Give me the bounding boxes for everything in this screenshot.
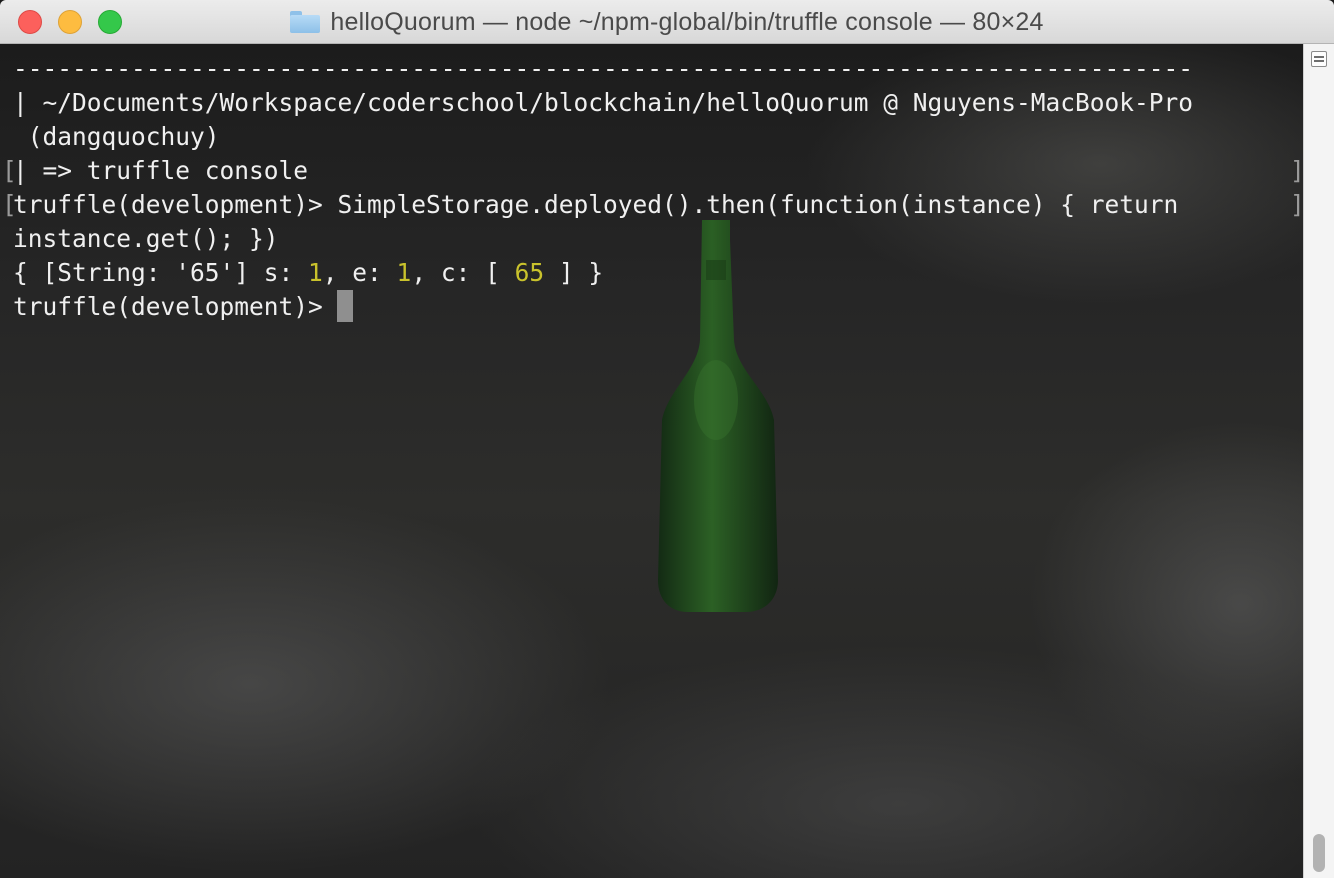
active-prompt-line[interactable]: truffle(development)> [0, 290, 1303, 324]
prompt-call-line: [truffle(development)> SimpleStorage.dep… [0, 188, 1303, 222]
scrollbar-toggle-icon[interactable] [1311, 51, 1327, 67]
command-text: | => truffle console [13, 156, 309, 185]
mark-bracket-right: ] [1290, 154, 1303, 188]
mark-bracket-left: [ [2, 156, 17, 185]
scroll-thumb[interactable] [1313, 834, 1325, 872]
window-title: helloQuorum — node ~/npm-global/bin/truf… [330, 7, 1044, 36]
result-line: { [String: '65'] s: 1, e: 1, c: [ 65 ] } [0, 256, 1303, 290]
user-line: (dangquochuy) [13, 122, 220, 151]
result-mid1: , e: [322, 258, 397, 287]
result-mid2: , c: [ [411, 258, 515, 287]
prompt-text: truffle(development)> [13, 292, 323, 321]
separator-line: ----------------------------------------… [13, 54, 1194, 83]
result-e-value: 1 [396, 258, 412, 287]
prompt-call-text: truffle(development)> SimpleStorage.depl… [13, 190, 1179, 219]
terminal-content[interactable]: ----------------------------------------… [0, 44, 1303, 878]
terminal-output: ----------------------------------------… [0, 52, 1303, 324]
path-line: | ~/Documents/Workspace/coderschool/bloc… [13, 88, 1194, 117]
folder-icon [290, 11, 321, 33]
text-cursor [336, 290, 353, 322]
scrollbar[interactable] [1303, 44, 1334, 878]
result-s-value: 1 [308, 258, 323, 287]
call-continuation-line: instance.get(); }) [13, 224, 279, 253]
mark-bracket-left: [ [2, 190, 17, 219]
mark-bracket-right: ] [1290, 188, 1303, 222]
terminal-window: helloQuorum — node ~/npm-global/bin/truf… [0, 0, 1334, 878]
title-bar[interactable]: helloQuorum — node ~/npm-global/bin/truf… [0, 0, 1334, 44]
result-c-value: 65 [514, 258, 545, 287]
result-prefix: { [String: '65'] s: [13, 258, 309, 287]
title-container: helloQuorum — node ~/npm-global/bin/truf… [0, 0, 1334, 44]
command-line: [| => truffle console] [0, 154, 1303, 188]
result-suffix: ] } [544, 258, 604, 287]
